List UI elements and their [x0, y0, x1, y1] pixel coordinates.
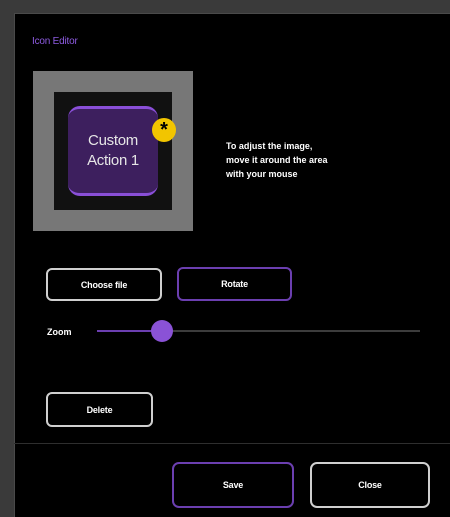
footer-divider — [14, 443, 450, 444]
adjust-image-hint: To adjust the image, move it around the … — [226, 141, 328, 179]
rotate-button[interactable]: Rotate — [177, 267, 292, 301]
choose-file-button[interactable]: Choose file — [46, 268, 162, 301]
preview-canvas[interactable]: Custom Action 1 — [54, 92, 172, 210]
zoom-slider-thumb[interactable] — [150, 320, 173, 342]
custom-action-tile[interactable]: Custom Action 1 — [68, 106, 158, 196]
asterisk-badge-icon: * — [152, 118, 176, 142]
save-button[interactable]: Save — [172, 462, 294, 508]
dialog-title: Icon Editor — [32, 36, 78, 47]
zoom-label: Zoom — [47, 327, 72, 337]
close-button[interactable]: Close — [310, 462, 430, 508]
icon-preview-area[interactable]: Custom Action 1 — [33, 71, 193, 231]
tile-label: Custom Action 1 — [87, 132, 139, 169]
zoom-slider[interactable] — [97, 320, 420, 342]
delete-button[interactable]: Delete — [46, 392, 153, 427]
